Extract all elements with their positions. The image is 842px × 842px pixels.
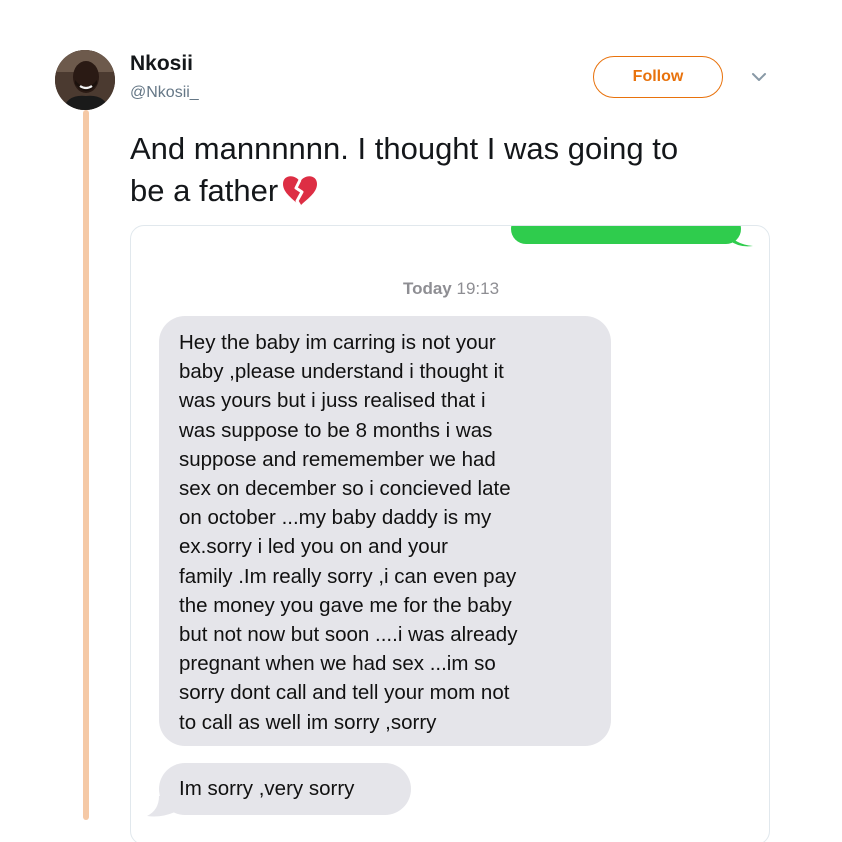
user-handle[interactable]: @Nkosii_ xyxy=(130,84,199,102)
avatar-photo-icon xyxy=(55,50,115,110)
message-line: suppose and rememember we had xyxy=(179,447,496,471)
avatar[interactable] xyxy=(55,50,115,110)
screenshot-media-card[interactable]: Today 19:13 Hey the baby im carring is n… xyxy=(130,225,770,842)
sent-bubble-tail xyxy=(729,232,753,247)
timestamp-day: Today xyxy=(402,279,452,298)
message-line: but not now but soon ....i was already xyxy=(179,623,518,647)
message-line: sorry dont call and tell your mom not xyxy=(179,681,510,705)
tweet-page: Nkosii @Nkosii_ Follow And mannnnnn. I t… xyxy=(0,0,842,842)
received-message-bubble: Im sorry ,very sorry xyxy=(159,763,411,815)
message-line: family .Im really sorry ,i can even pay xyxy=(179,564,517,588)
message-line: the money you gave me for the baby xyxy=(179,593,512,617)
broken-heart-icon xyxy=(283,176,318,207)
message-line: was suppose to be 8 months i was xyxy=(179,418,493,442)
tweet-text-line: be a father xyxy=(130,170,800,212)
received-message-bubble: Hey the baby im carring is not your baby… xyxy=(159,316,611,746)
message-line: Hey the baby im carring is not your xyxy=(179,331,496,354)
timestamp-time: 19:13 xyxy=(456,279,500,298)
message-line: on october ...my baby daddy is my xyxy=(179,506,492,530)
tweet-text-line-content: be a father xyxy=(130,173,279,208)
message-line: to call as well im sorry ,sorry xyxy=(179,710,437,734)
received-bubble-tail xyxy=(147,792,175,817)
display-name[interactable]: Nkosii xyxy=(130,52,193,76)
tweet-text-line: And mannnnnn. I thought I was going to xyxy=(130,131,679,166)
message-line: ex.sorry i led you on and your xyxy=(179,535,448,559)
message-line: was yours but i juss realised that i xyxy=(179,389,486,413)
message-line: sex on december so i concieved late xyxy=(179,477,511,501)
message-timestamp: Today 19:13 xyxy=(131,279,769,299)
follow-button[interactable]: Follow xyxy=(593,56,723,98)
tweet-text: And mannnnnn. I thought I was going to b… xyxy=(130,128,800,212)
message-line: pregnant when we had sex ...im so xyxy=(179,652,496,676)
chevron-down-icon[interactable] xyxy=(748,66,770,88)
message-line: baby ,please understand i thought it xyxy=(179,360,504,384)
sent-message-bubble xyxy=(511,226,741,244)
thread-line xyxy=(83,110,89,820)
